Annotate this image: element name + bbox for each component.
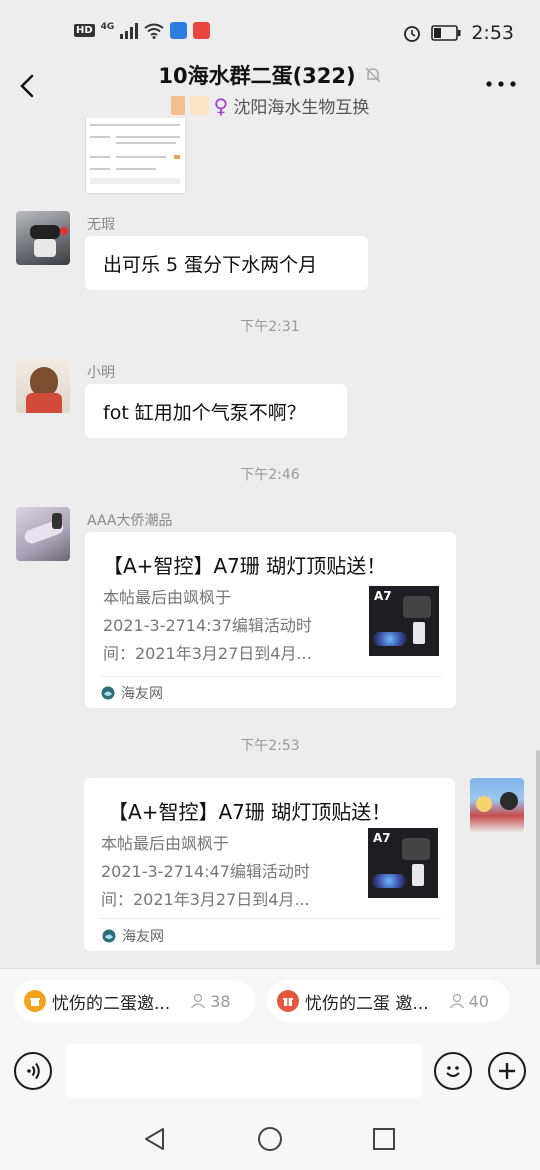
sender-name: 小明 (87, 365, 115, 381)
card-description: 本帖最后由飒枫于 2021-3-2714:37编辑活动时 间：2021年3月27… (103, 584, 351, 668)
nav-home-icon[interactable] (257, 1126, 283, 1152)
nav-back-icon[interactable] (142, 1126, 168, 1152)
network-label: 4G (100, 21, 115, 32)
person-icon (449, 993, 464, 1009)
wifi-icon (144, 23, 164, 39)
shared-image-preview[interactable] (85, 118, 186, 194)
timestamp: 下午2:46 (240, 467, 300, 483)
message-input[interactable] (66, 1044, 422, 1098)
thumb-label: A7 (374, 589, 392, 603)
plus-icon (499, 1063, 515, 1079)
link-card[interactable]: 【A+智控】A7珊 瑚灯顶贴送！ 本帖最后由飒枫于 2021-3-2714:37… (85, 532, 456, 708)
person-emoji-icon (170, 96, 185, 115)
card-title: 【A+智控】A7珊 瑚灯顶贴送！ (108, 800, 392, 824)
text-bubble[interactable]: 出可乐 5 蛋分下水两个月 (85, 236, 368, 290)
card-source-name: 海友网 (121, 686, 163, 702)
card-divider (98, 918, 441, 919)
pill-count: 40 (449, 992, 489, 1011)
sender-name: AAA大侨潮品 (87, 513, 173, 529)
system-navigation-bar (0, 1106, 540, 1170)
bell-off-icon (365, 67, 381, 83)
pill-count-value: 40 (468, 991, 489, 1011)
female-sign-icon: ♀ (213, 93, 229, 118)
pill-count-value: 38 (210, 991, 231, 1011)
sender-name: 无瑕 (87, 217, 115, 233)
avatar[interactable] (16, 507, 70, 561)
link-card[interactable]: 【A+智控】A7珊 瑚灯顶贴送！ 本帖最后由飒枫于 2021-3-2714:47… (84, 778, 455, 951)
status-time: 2:53 (471, 22, 514, 44)
orange-gift-icon (24, 990, 46, 1012)
signal-icon (120, 22, 139, 39)
chat-header: 10海水群二蛋(322) ♀ 沈阳海水生物互换 (0, 52, 540, 118)
timestamp: 下午2:53 (240, 738, 300, 754)
chat-subtitle-row: ♀ 沈阳海水生物互换 (170, 93, 370, 118)
card-desc-line: 间：2021年3月27日到4月... (101, 890, 310, 909)
status-right: 2:53 (403, 22, 514, 44)
more-icon (486, 81, 516, 87)
hd-label: HD (74, 24, 95, 37)
emoji-button[interactable] (434, 1052, 472, 1090)
card-source-name: 海友网 (122, 929, 164, 945)
pill-item[interactable]: 忧伤的二蛋 邀... 40 (267, 980, 510, 1022)
person-icon (191, 993, 206, 1009)
card-source: 海友网 (101, 683, 163, 703)
pill-label: 忧伤的二蛋 邀... (305, 993, 429, 1014)
pill-label: 忧伤的二蛋邀... (52, 993, 171, 1014)
text-bubble[interactable]: fot 缸用加个气泵不啊？ (85, 384, 347, 438)
battery-icon (431, 25, 461, 41)
chat-title: 10海水群二蛋(322) (158, 64, 356, 88)
square-emoji-icon (189, 96, 209, 115)
card-divider (99, 676, 442, 677)
thumb-label: A7 (373, 831, 391, 845)
avatar[interactable] (16, 211, 70, 265)
alarm-icon (404, 26, 421, 42)
card-desc-line: 2021-3-2714:37编辑活动时 (103, 616, 312, 635)
card-description: 本帖最后由飒枫于 2021-3-2714:47编辑活动时 间：2021年3月27… (101, 830, 349, 914)
avatar[interactable] (16, 359, 70, 413)
shield-app-icon (170, 22, 188, 39)
card-title: 【A+智控】A7珊 瑚灯顶贴送！ (103, 554, 387, 578)
more-button[interactable] (484, 74, 518, 94)
scrollbar[interactable] (536, 750, 540, 965)
voice-button[interactable] (14, 1052, 52, 1090)
source-logo-icon (101, 686, 115, 700)
voice-icon (27, 1062, 40, 1080)
emoji-icon (446, 1066, 460, 1077)
chat-title-row: 10海水群二蛋(322) (158, 60, 381, 90)
card-desc-line: 本帖最后由飒枫于 (101, 834, 230, 853)
card-thumbnail: A7 (369, 586, 439, 656)
plus-button[interactable] (488, 1052, 526, 1090)
timestamp: 下午2:31 (240, 319, 300, 335)
card-source: 海友网 (102, 926, 164, 946)
card-desc-line: 间：2021年3月27日到4月... (103, 644, 312, 663)
source-logo-icon (102, 929, 116, 943)
input-bar (0, 1034, 540, 1106)
message-list[interactable]: 无瑕 出可乐 5 蛋分下水两个月 下午2:31 小明 fot 缸用加个气泵不啊？… (0, 118, 540, 968)
status-left: HD 4G (74, 21, 211, 39)
pill-count: 38 (190, 991, 231, 1011)
card-desc-line: 2021-3-2714:47编辑活动时 (101, 862, 310, 881)
own-avatar[interactable] (470, 778, 524, 832)
pill-item[interactable]: 忧伤的二蛋邀... 38 (14, 980, 255, 1022)
red-gift-icon (277, 990, 299, 1012)
red-app-icon (193, 22, 211, 39)
nav-recents-icon[interactable] (372, 1127, 396, 1151)
chat-subtitle: 沈阳海水生物互换 (233, 98, 370, 118)
quick-pill-bar: 忧伤的二蛋邀... 38 忧伤的二蛋 邀... 40 (0, 968, 540, 1034)
card-thumbnail: A7 (368, 828, 438, 898)
header-title-block: 10海水群二蛋(322) ♀ 沈阳海水生物互换 (0, 60, 540, 119)
card-desc-line: 本帖最后由飒枫于 (103, 588, 232, 607)
